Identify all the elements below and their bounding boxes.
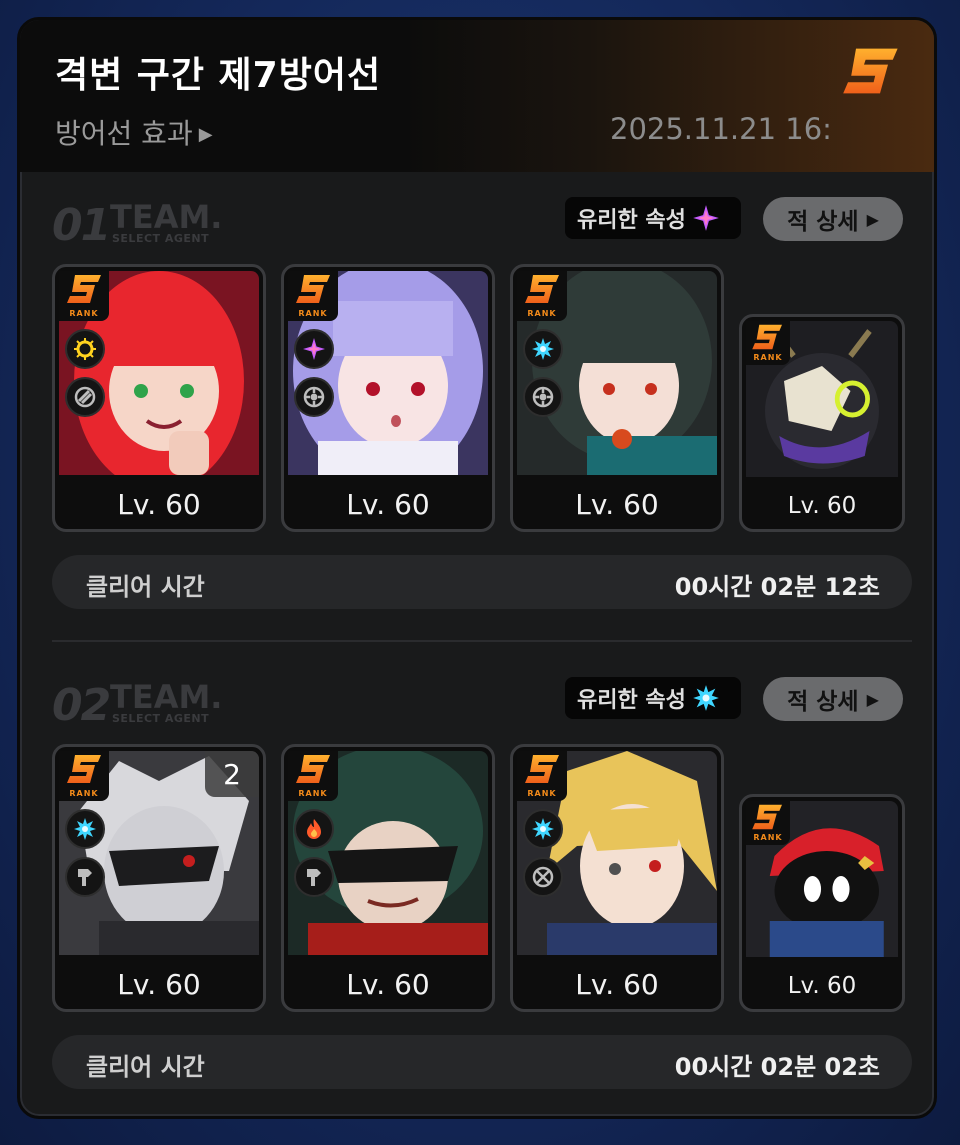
ice-icon xyxy=(65,809,105,849)
team-label: 02 TEAM. SELECT AGENT xyxy=(52,678,222,731)
rank-label: RANK xyxy=(527,789,557,798)
defense-effect-label: 방어선 효과 xyxy=(55,117,193,150)
play-arrow-icon: ▶ xyxy=(866,689,879,709)
enemy-detail-button[interactable]: 적 상세 ▶ xyxy=(763,677,903,721)
s-rank-icon xyxy=(750,323,786,351)
electric-icon xyxy=(65,329,105,369)
defense-icon xyxy=(294,857,334,897)
team-02-section: 02 TEAM. SELECT AGENT 유리한 속성 적 상세 ▶ RANK… xyxy=(20,677,934,1116)
ether-icon xyxy=(692,204,720,232)
stun-icon xyxy=(65,377,105,417)
rank-label: RANK xyxy=(298,789,328,798)
bangboo-level: Lv. 60 xyxy=(787,493,857,519)
bangboo-level: Lv. 60 xyxy=(787,973,857,999)
s-rank-badge: RANK xyxy=(746,801,790,845)
clear-time-value: 00시간 02분 02초 xyxy=(674,1053,880,1081)
agent-cards: RANK 2 Lv. 60 RANK Lv. 60 RANK Lv. 60 RA… xyxy=(52,744,912,1014)
team-word: TEAM. xyxy=(110,678,223,716)
rank-label: RANK xyxy=(753,833,783,842)
clear-time-row: 클리어 시간 00시간 02분 12초 xyxy=(52,555,912,609)
s-rank-icon xyxy=(294,273,334,305)
clear-time-value: 00시간 02분 12초 xyxy=(674,573,880,601)
enemy-detail-label: 적 상세 xyxy=(787,209,859,235)
defense-effect-link[interactable]: 방어선 효과 ▶ xyxy=(55,112,213,152)
team-subtitle: SELECT AGENT xyxy=(112,232,210,245)
agent-level: Lv. 60 xyxy=(575,488,659,521)
play-arrow-icon: ▶ xyxy=(198,124,213,145)
s-rank-badge: RANK xyxy=(517,751,567,801)
agent-level: Lv. 60 xyxy=(346,488,430,521)
s-rank-badge: RANK xyxy=(517,271,567,321)
s-rank-icon xyxy=(523,753,563,785)
ice-icon xyxy=(692,684,720,712)
section-divider xyxy=(52,640,912,642)
agent-level: Lv. 60 xyxy=(117,968,201,1001)
clear-time-label: 클리어 시간 xyxy=(86,573,205,601)
play-arrow-icon: ▶ xyxy=(866,209,879,229)
rank-label: RANK xyxy=(69,309,99,318)
s-rank-icon xyxy=(294,753,334,785)
s-rank-badge: RANK xyxy=(59,271,109,321)
agent-card[interactable]: RANK 2 Lv. 60 xyxy=(52,744,266,1012)
ether-icon xyxy=(294,329,334,369)
agent-cards: RANK Lv. 60 RANK Lv. 60 RANK Lv. 60 RANK… xyxy=(52,264,912,534)
s-grade-logo xyxy=(840,40,904,102)
s-rank-icon xyxy=(750,803,786,831)
s-rank-icon xyxy=(65,753,105,785)
panel-header: 격변 구간 제7방어선 방어선 효과 ▶ 2025.11.21 16: xyxy=(20,20,934,172)
agent-card[interactable]: RANK Lv. 60 xyxy=(52,264,266,532)
bangboo-card[interactable]: RANK Lv. 60 xyxy=(739,794,905,1012)
defense-icon xyxy=(65,857,105,897)
agent-level: Lv. 60 xyxy=(575,968,659,1001)
rank-label: RANK xyxy=(753,353,783,362)
anomaly-icon xyxy=(523,857,563,897)
enemy-detail-button[interactable]: 적 상세 ▶ xyxy=(763,197,903,241)
page-title: 격변 구간 제7방어선 xyxy=(55,55,382,96)
s-rank-badge: RANK xyxy=(288,751,338,801)
team-number: 01 xyxy=(52,200,111,251)
agent-card[interactable]: RANK Lv. 60 xyxy=(281,264,495,532)
advantage-attribute-badge: 유리한 속성 xyxy=(565,197,741,239)
advantage-attribute-label: 유리한 속성 xyxy=(577,688,686,713)
advantage-attribute-label: 유리한 속성 xyxy=(577,208,686,233)
cinema-level-badge: 2 xyxy=(205,751,259,797)
record-datetime: 2025.11.21 16: xyxy=(610,112,832,146)
enemy-detail-label: 적 상세 xyxy=(787,689,859,715)
clear-time-row: 클리어 시간 00시간 02분 02초 xyxy=(52,1035,912,1089)
fire-icon xyxy=(294,809,334,849)
clear-time-label: 클리어 시간 xyxy=(86,1053,205,1081)
s-rank-badge: RANK xyxy=(746,321,790,365)
s-rank-icon xyxy=(65,273,105,305)
team-number: 02 xyxy=(52,680,111,731)
ice-icon xyxy=(523,329,563,369)
s-rank-badge: RANK xyxy=(288,271,338,321)
bangboo-card[interactable]: RANK Lv. 60 xyxy=(739,314,905,532)
s-rank-badge: RANK xyxy=(59,751,109,801)
team-label: 01 TEAM. SELECT AGENT xyxy=(52,198,222,251)
rank-label: RANK xyxy=(298,309,328,318)
agent-level: Lv. 60 xyxy=(117,488,201,521)
rank-label: RANK xyxy=(69,789,99,798)
s-rank-icon xyxy=(523,273,563,305)
agent-level: Lv. 60 xyxy=(346,968,430,1001)
agent-card[interactable]: RANK Lv. 60 xyxy=(510,264,724,532)
team-word: TEAM. xyxy=(110,198,223,236)
defense-record-panel: 격변 구간 제7방어선 방어선 효과 ▶ 2025.11.21 16: 01 TE… xyxy=(17,17,937,1119)
attack-icon xyxy=(523,377,563,417)
advantage-attribute-badge: 유리한 속성 xyxy=(565,677,741,719)
attack-icon xyxy=(294,377,334,417)
ice-icon xyxy=(523,809,563,849)
rank-label: RANK xyxy=(527,309,557,318)
agent-card[interactable]: RANK Lv. 60 xyxy=(510,744,724,1012)
team-01-section: 01 TEAM. SELECT AGENT 유리한 속성 적 상세 ▶ RANK… xyxy=(20,197,934,640)
agent-card[interactable]: RANK Lv. 60 xyxy=(281,744,495,1012)
team-subtitle: SELECT AGENT xyxy=(112,712,210,725)
